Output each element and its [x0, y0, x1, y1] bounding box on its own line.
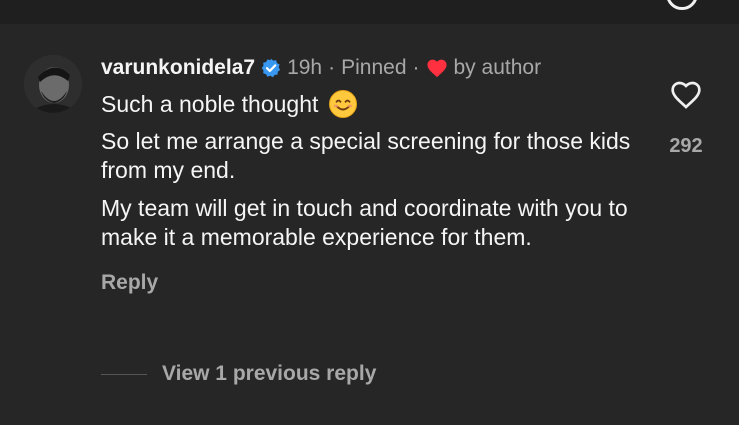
divider-line: [101, 373, 147, 375]
like-count: 292: [669, 135, 703, 157]
pinned-label: Pinned: [341, 56, 407, 79]
comment-text: So let me arrange a special screening fo…: [101, 128, 631, 183]
top-bar: [0, 0, 739, 24]
profile-circle-icon[interactable]: [666, 0, 698, 10]
comment-line: Such a noble thought: [101, 89, 641, 119]
smiling-face-emoji-icon: [328, 89, 358, 119]
separator-dot: ·: [412, 56, 420, 79]
comment-text: Such a noble thought: [101, 90, 319, 117]
liked-by-author-label: by author: [453, 56, 542, 79]
view-replies-label: View 1 previous reply: [162, 362, 377, 385]
author-heart-icon: [426, 58, 448, 78]
avatar[interactable]: [24, 55, 82, 113]
avatar-photo: [24, 55, 82, 113]
like-heart-icon[interactable]: [670, 80, 702, 115]
separator-dot: ·: [328, 56, 336, 79]
timestamp: 19h: [287, 56, 323, 79]
view-replies-button[interactable]: View 1 previous reply: [101, 360, 376, 388]
comment-header: varunkonidela7 19h · Pinned · by author: [101, 53, 641, 83]
comment-text: My team will get in touch and coordinate…: [101, 195, 628, 250]
reply-button[interactable]: Reply: [101, 271, 158, 295]
comment: varunkonidela7 19h · Pinned · by author …: [101, 53, 641, 295]
like-column: 292: [661, 80, 711, 158]
username[interactable]: varunkonidela7: [101, 56, 255, 80]
verified-badge-icon: [261, 58, 281, 78]
